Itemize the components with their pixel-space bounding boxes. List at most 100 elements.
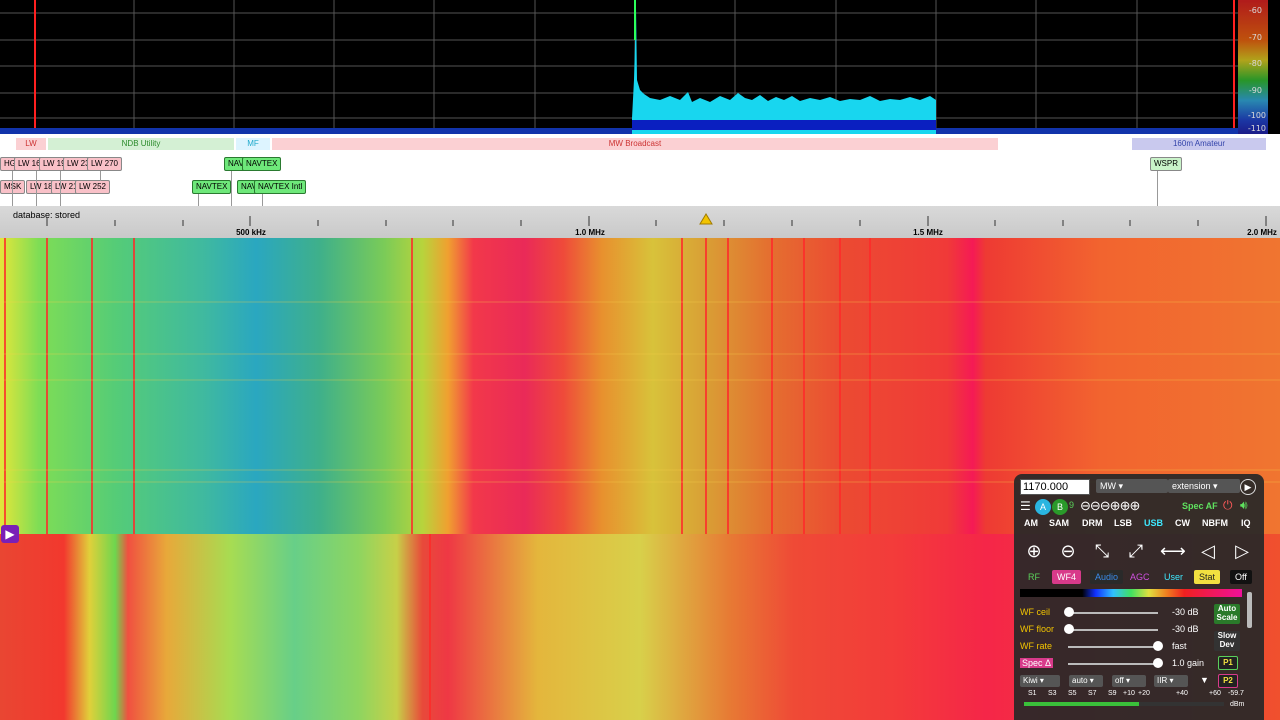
open-panel-button[interactable]: ▶	[1, 525, 19, 543]
iir-select[interactable]: IIR ▾	[1154, 675, 1188, 687]
spec-value: 1.0 gain	[1172, 658, 1205, 668]
wf-rate-value: fast	[1172, 641, 1187, 651]
spec-slider[interactable]	[1153, 658, 1163, 668]
mode-drm[interactable]: DRM	[1082, 518, 1103, 528]
station-label[interactable]: NAVTEX	[242, 157, 282, 171]
spectrum-display[interactable]: -60 -70 -80 -90 -100 -110	[0, 0, 1280, 134]
station-labels: HGA LW 16 LW 19 LW 23 LW 270 NAV NAVTEX …	[0, 152, 1280, 206]
p2-button[interactable]: P2	[1218, 674, 1238, 688]
smeter-bar	[1024, 702, 1224, 706]
station-label[interactable]: LW 252	[75, 180, 110, 194]
wf-floor-label: WF floor	[1020, 624, 1055, 634]
slow-dev-button[interactable]: Slow Dev	[1214, 631, 1240, 651]
tab-rf[interactable]: RF	[1023, 570, 1045, 584]
zoom-max-icon[interactable]: ⤢	[1124, 540, 1148, 562]
band-mw-broadcast[interactable]: MW Broadcast	[272, 138, 998, 150]
frequency-scale[interactable]: database: stored 500 kHz 1.0 MHz 1.5 MHz…	[0, 206, 1280, 238]
mode-iq[interactable]: IQ	[1241, 518, 1251, 528]
station-label[interactable]: LW 270	[87, 157, 122, 171]
wf-ceil-label: WF ceil	[1020, 607, 1050, 617]
power-icon[interactable]: ⏻	[1223, 498, 1233, 513]
extension-select[interactable]: extension ▾	[1168, 479, 1240, 493]
mode-cw[interactable]: CW	[1175, 518, 1190, 528]
db-scale: -60 -70 -80 -90 -100 -110	[1238, 0, 1268, 134]
scale-label: 1.5 MHz	[913, 228, 943, 237]
auto-scale-button[interactable]: Auto Scale	[1214, 604, 1240, 624]
wf-ceil-value: -30 dB	[1172, 607, 1199, 617]
tab-off[interactable]: Off	[1230, 570, 1252, 584]
station-label[interactable]: NAVTEX Intl	[254, 180, 307, 194]
smeter-label: S5	[1068, 690, 1077, 697]
wf-floor-slider[interactable]	[1064, 624, 1074, 634]
tab-user[interactable]: User	[1159, 570, 1188, 584]
play-icon[interactable]: ▶	[1240, 479, 1256, 495]
tab-stat[interactable]: Stat	[1194, 570, 1221, 584]
zoom-band-icon[interactable]: ⤡	[1090, 540, 1114, 562]
tuning-marker	[699, 213, 713, 225]
control-panel: MW ▾ extension ▾ ▶ ☰ A B 9 ⊖⊖⊖⊕⊕⊕ Spec A…	[1014, 474, 1264, 720]
tab-audio[interactable]: Audio	[1090, 570, 1124, 584]
tab-wf[interactable]: WF4	[1052, 570, 1081, 584]
menu-icon[interactable]: ☰	[1020, 499, 1031, 513]
db-label: -80	[1248, 59, 1262, 68]
swap-icon[interactable]: ⟷	[1160, 540, 1186, 562]
b-icon[interactable]: B	[1052, 499, 1068, 515]
smeter-label: S9	[1108, 690, 1117, 697]
zoom-in-icon[interactable]: ⊕	[1022, 540, 1046, 562]
band-select[interactable]: MW ▾	[1096, 479, 1168, 493]
wf-rate-label: WF rate	[1020, 641, 1053, 651]
zoom-out-icon[interactable]: ⊖	[1056, 540, 1080, 562]
wf-ceil-slider[interactable]	[1064, 607, 1074, 617]
spectrum-trace	[632, 8, 936, 134]
station-label[interactable]: NAVTEX	[192, 180, 232, 194]
a-icon[interactable]: A	[1035, 499, 1051, 515]
mode-usb[interactable]: USB	[1144, 518, 1163, 528]
pane-number: 9	[1069, 500, 1075, 510]
mode-lsb[interactable]: LSB	[1114, 518, 1132, 528]
prev-icon[interactable]: ◁	[1196, 540, 1220, 562]
smeter-label: +40	[1176, 690, 1188, 697]
off-select[interactable]: off ▾	[1112, 675, 1146, 687]
band-ndb-utility[interactable]: NDB Utility	[48, 138, 234, 150]
scale-label: 1.0 MHz	[575, 228, 605, 237]
spec-af-button[interactable]: Spec AF	[1182, 501, 1218, 511]
spectrum-graph	[0, 0, 1238, 134]
zoom-step-icons[interactable]: ⊖⊖⊖⊕⊕⊕	[1080, 498, 1140, 514]
next-icon[interactable]: ▷	[1230, 540, 1254, 562]
kiwi-select[interactable]: Kiwi ▾	[1020, 675, 1060, 687]
expand-icon[interactable]: ▼	[1200, 675, 1209, 685]
db-label: -90	[1248, 86, 1262, 95]
band-lw[interactable]: LW	[16, 138, 46, 150]
smeter-label: S3	[1048, 690, 1057, 697]
scale-label: 500 kHz	[236, 228, 266, 237]
station-label[interactable]: WSPR	[1150, 157, 1182, 171]
smeter-label: +20	[1138, 690, 1150, 697]
colormap-bar	[1020, 589, 1242, 597]
frequency-input[interactable]	[1020, 479, 1090, 495]
db-label: -110	[1247, 124, 1266, 133]
auto-select[interactable]: auto ▾	[1069, 675, 1103, 687]
speaker-icon[interactable]: 🔊︎	[1240, 498, 1248, 513]
smeter-label: S7	[1088, 690, 1097, 697]
tab-agc[interactable]: AGC	[1125, 570, 1155, 584]
smeter-reading: -59.7	[1228, 690, 1244, 697]
scale-label: 2.0 MHz	[1247, 228, 1277, 237]
p1-button[interactable]: P1	[1218, 656, 1238, 670]
db-label: -100	[1247, 111, 1266, 120]
smeter-unit: dBm	[1230, 701, 1245, 708]
panel-scrollbar[interactable]	[1247, 592, 1252, 628]
band-160m-amateur[interactable]: 160m Amateur	[1132, 138, 1266, 150]
band-bar: LW NDB Utility MF MW Broadcast 160m Amat…	[0, 134, 1280, 152]
mode-nbfm[interactable]: NBFM	[1202, 518, 1228, 528]
smeter-label: S1	[1028, 690, 1037, 697]
mode-sam[interactable]: SAM	[1049, 518, 1069, 528]
db-label: -60	[1248, 6, 1262, 15]
scale-ticks	[46, 213, 1267, 226]
mode-am[interactable]: AM	[1024, 518, 1038, 528]
db-label: -70	[1248, 33, 1262, 42]
wf-rate-slider[interactable]	[1153, 641, 1163, 651]
spec-label: Spec Δ	[1020, 658, 1054, 668]
smeter-label: +60	[1209, 690, 1221, 697]
band-mf[interactable]: MF	[236, 138, 270, 150]
wf-floor-value: -30 dB	[1172, 624, 1199, 634]
